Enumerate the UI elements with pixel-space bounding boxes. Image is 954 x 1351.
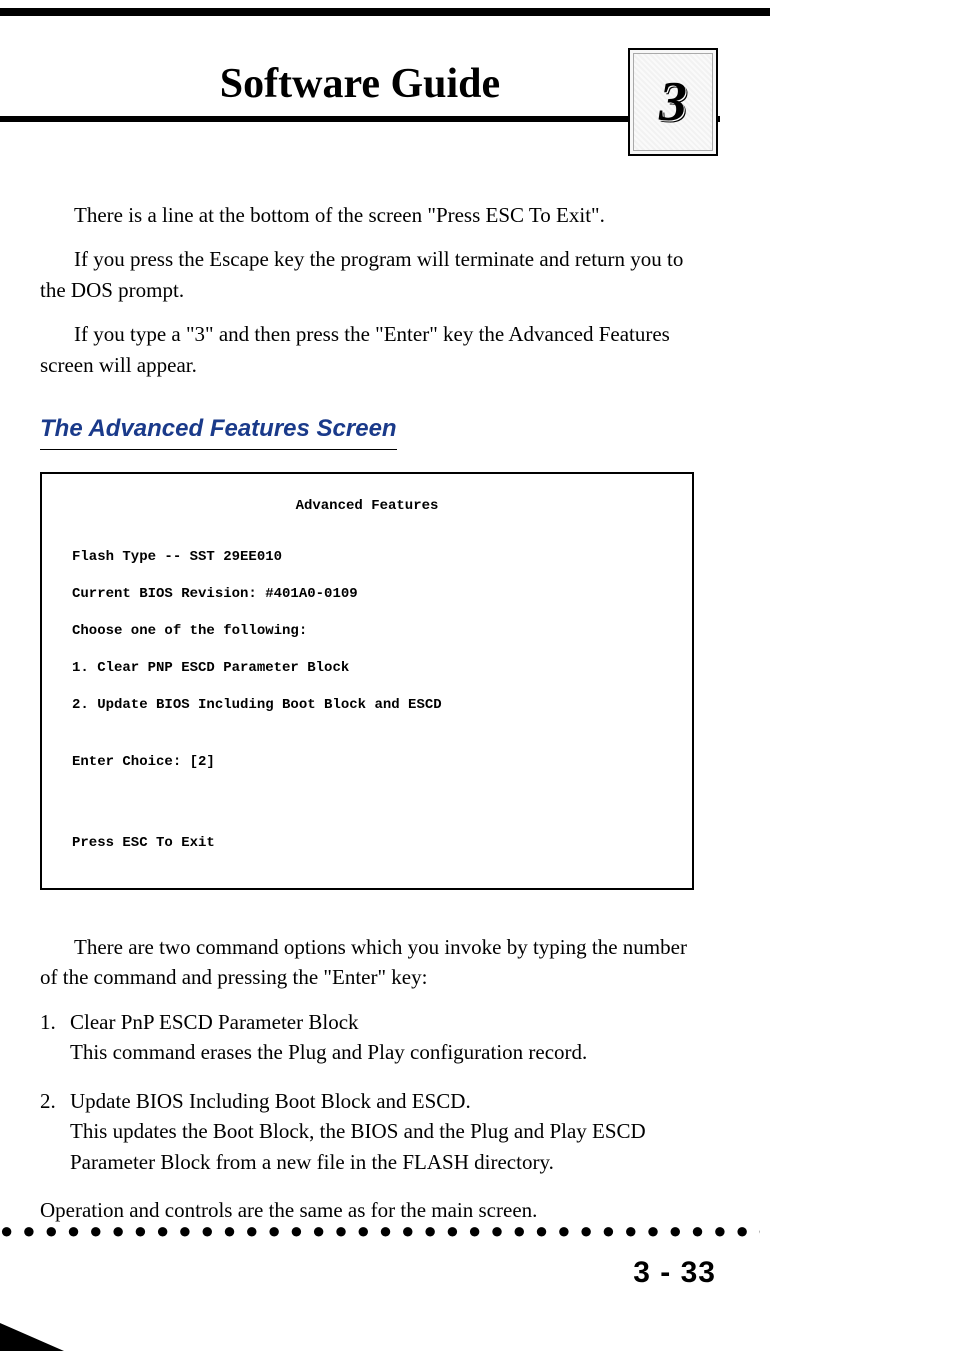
list-body: Update BIOS Including Boot Block and ESC… [70,1086,700,1177]
list-item: 1. Clear PnP ESCD Parameter Block This c… [40,1007,700,1068]
terminal-title: Advanced Features [72,496,662,517]
paragraph: If you type a "3" and then press the "En… [40,319,700,380]
paragraph: There are two command options which you … [40,932,700,993]
chapter-number-box: 3 [628,48,718,156]
chapter-number-inner: 3 [633,53,713,151]
list-item: 2. Update BIOS Including Boot Block and … [40,1086,700,1177]
terminal-line: Choose one of the following: [72,621,662,642]
list-number: 2. [40,1086,70,1177]
chapter-number: 3 [659,70,687,134]
paragraph: If you press the Escape key the program … [40,244,700,305]
body-content: There is a line at the bottom of the scr… [40,200,700,1239]
terminal-line: Press ESC To Exit [72,833,662,854]
paragraph: There is a line at the bottom of the scr… [40,200,700,230]
list-line: Clear PnP ESCD Parameter Block [70,1007,700,1037]
corner-mark-icon [0,1323,64,1351]
page-title: Software Guide [0,60,720,116]
terminal-line: 1. Clear PNP ESCD Parameter Block [72,658,662,679]
terminal-line: 2. Update BIOS Including Boot Block and … [72,695,662,716]
footer-dots: ●●●●●●●●●●●●●●●●●●●●●●●●●●●●●●●●●●●●●●●●… [0,1218,760,1244]
terminal-line: Enter Choice: [2] [72,752,662,773]
terminal-line: Flash Type -- SST 29EE010 [72,547,662,568]
header-rule [0,116,720,122]
page-number: 3 - 33 [633,1256,716,1290]
ordered-list: 1. Clear PnP ESCD Parameter Block This c… [40,1007,700,1177]
header: Software Guide [0,60,720,122]
terminal-line: Current BIOS Revision: #401A0-0109 [72,584,662,605]
page-top-rule [0,8,770,16]
list-line: This updates the Boot Block, the BIOS an… [70,1116,700,1177]
terminal-screenshot: Advanced Features Flash Type -- SST 29EE… [40,472,694,890]
list-number: 1. [40,1007,70,1068]
list-body: Clear PnP ESCD Parameter Block This comm… [70,1007,700,1068]
list-line: This command erases the Plug and Play co… [70,1037,700,1067]
section-heading: The Advanced Features Screen [40,412,397,450]
list-line: Update BIOS Including Boot Block and ESC… [70,1086,700,1116]
